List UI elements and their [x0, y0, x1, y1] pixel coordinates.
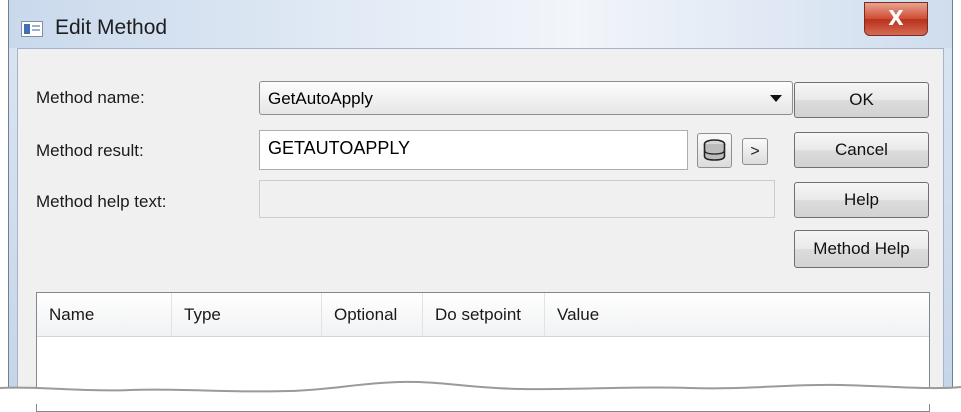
method-name-label: Method name:	[36, 88, 145, 107]
close-button[interactable]: X	[864, 2, 928, 36]
ok-button[interactable]: OK	[794, 82, 929, 118]
title-bar: Edit Method X	[9, 0, 952, 48]
expand-button[interactable]: >	[742, 138, 768, 165]
method-help-button[interactable]: Method Help	[794, 230, 929, 268]
column-header-value[interactable]: Value	[545, 293, 929, 336]
method-result-value: GETAUTOAPPLY	[268, 138, 411, 158]
database-icon	[703, 139, 726, 161]
edit-method-dialog: Edit Method X Method name: GetAutoApply …	[8, 0, 953, 412]
column-header-optional[interactable]: Optional	[322, 293, 423, 336]
browse-button[interactable]	[697, 133, 732, 168]
method-result-label: Method result:	[36, 141, 144, 160]
chevron-right-icon: >	[750, 143, 760, 160]
method-name-dropdown[interactable]: GetAutoApply	[259, 81, 793, 115]
method-result-field[interactable]: GETAUTOAPPLY	[259, 130, 688, 170]
close-icon: X	[888, 6, 904, 30]
dialog-body: Method name: GetAutoApply Method result:…	[17, 48, 944, 412]
column-header-name[interactable]: Name	[37, 293, 172, 336]
cancel-button[interactable]: Cancel	[794, 132, 929, 168]
column-header-do-setpoint[interactable]: Do setpoint	[423, 293, 545, 336]
column-header-type[interactable]: Type	[172, 293, 322, 336]
method-help-text-field[interactable]	[259, 180, 775, 218]
window-app-icon	[21, 21, 43, 37]
chevron-down-icon	[770, 95, 782, 102]
method-name-value: GetAutoApply	[268, 89, 373, 108]
method-help-text-label: Method help text:	[36, 192, 167, 211]
help-button[interactable]: Help	[794, 182, 929, 218]
window-title: Edit Method	[55, 16, 168, 39]
parameters-table[interactable]: Name Type Optional Do setpoint Value	[36, 292, 930, 412]
table-header: Name Type Optional Do setpoint Value	[37, 293, 929, 337]
